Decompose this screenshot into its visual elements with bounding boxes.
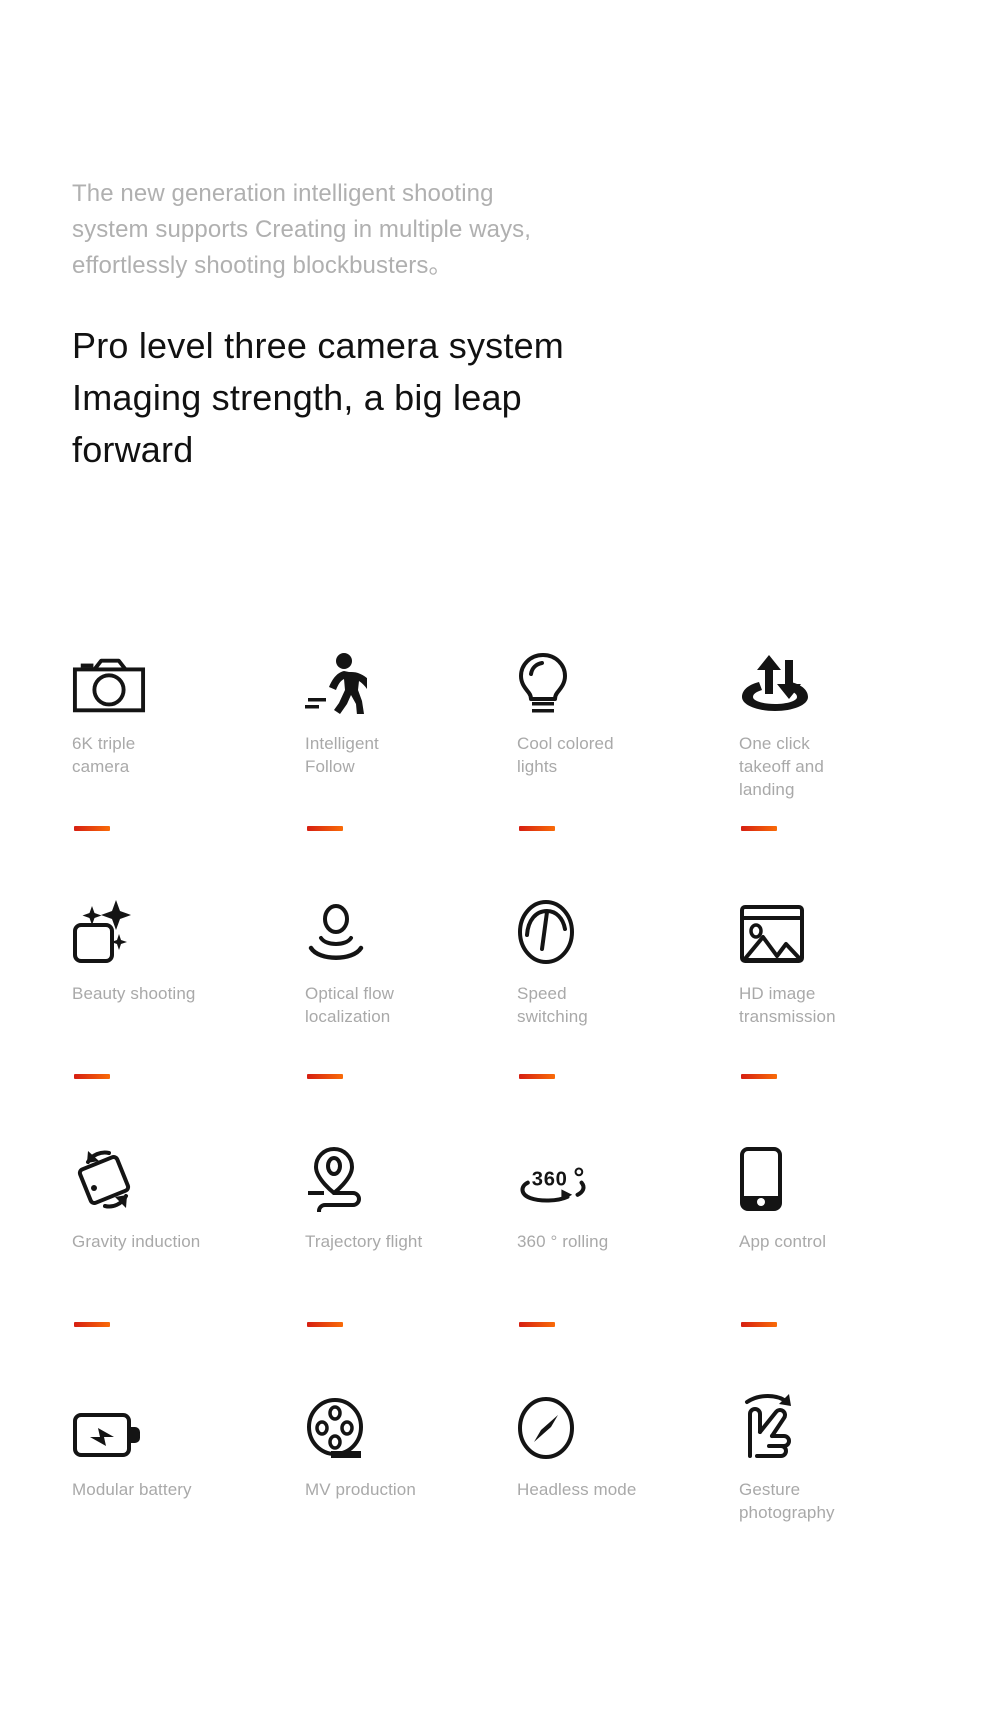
page-title: Pro level three camera system Imaging st… xyxy=(72,325,564,470)
accent-dash xyxy=(74,1074,110,1079)
accent-dash xyxy=(519,1322,555,1327)
svg-text:360: 360 xyxy=(532,1168,568,1190)
feature-label: HD image transmission xyxy=(739,984,836,1026)
sparkle-beauty-icon xyxy=(72,898,146,964)
feature-item[interactable]: MV production xyxy=(305,1394,517,1642)
takeoff-landing-icon xyxy=(739,650,813,714)
phone-app-icon xyxy=(739,1146,813,1212)
camera-icon xyxy=(72,650,146,714)
feature-label: Gravity induction xyxy=(72,1232,201,1251)
feature-label: 360 ° rolling xyxy=(517,1232,609,1251)
feature-item[interactable]: Headless mode xyxy=(517,1394,739,1642)
feature-item[interactable]: Gesture photography xyxy=(739,1394,952,1642)
feature-item[interactable]: Speed switching xyxy=(517,898,739,1146)
accent-dash xyxy=(519,826,555,831)
gesture-hand-icon xyxy=(739,1394,813,1460)
intro-paragraph: The new generation intelligent shooting … xyxy=(72,180,532,279)
gravity-rotate-icon xyxy=(72,1146,146,1212)
accent-dash xyxy=(307,1074,343,1079)
feature-item[interactable]: Cool colored lights xyxy=(517,650,739,898)
feature-label: Intelligent Follow xyxy=(305,734,379,776)
feature-item[interactable]: 6K triple camera xyxy=(72,650,305,898)
feature-item[interactable]: Modular battery xyxy=(72,1394,305,1642)
feature-label: Trajectory flight xyxy=(305,1232,423,1251)
feature-item[interactable]: Beauty shooting xyxy=(72,898,305,1146)
product-feature-page: The new generation intelligent shooting … xyxy=(0,0,1000,1713)
light-bulb-icon xyxy=(517,650,591,714)
accent-dash xyxy=(741,826,777,831)
speedometer-icon xyxy=(517,898,591,964)
accent-dash xyxy=(74,826,110,831)
hd-image-icon xyxy=(739,898,813,964)
feature-item[interactable]: HD image transmission xyxy=(739,898,952,1146)
feature-label: Speed switching xyxy=(517,984,588,1026)
360-rolling-icon: 360 xyxy=(517,1146,591,1212)
feature-item[interactable]: Intelligent Follow xyxy=(305,650,517,898)
feature-item[interactable]: One click takeoff and landing xyxy=(739,650,952,898)
accent-dash xyxy=(74,1322,110,1327)
feature-item[interactable]: Gravity induction xyxy=(72,1146,305,1394)
accent-dash xyxy=(741,1322,777,1327)
walking-person-icon xyxy=(305,650,379,714)
compass-icon xyxy=(517,1394,591,1460)
trajectory-pin-icon xyxy=(305,1146,379,1212)
feature-label: App control xyxy=(739,1232,827,1251)
feature-label: MV production xyxy=(305,1480,416,1499)
feature-grid: 6K triple camera Intelligent Follow Cool… xyxy=(72,650,952,1642)
feature-label: Cool colored lights xyxy=(517,734,614,776)
battery-bolt-icon xyxy=(72,1394,146,1460)
feature-label: Beauty shooting xyxy=(72,984,196,1003)
accent-dash xyxy=(519,1074,555,1079)
film-reel-icon xyxy=(305,1394,379,1460)
accent-dash xyxy=(741,1074,777,1079)
feature-label: Headless mode xyxy=(517,1480,637,1499)
feature-label: Gesture photography xyxy=(739,1480,835,1522)
feature-label: Optical flow localization xyxy=(305,984,395,1026)
feature-item[interactable]: 360 360 ° rolling xyxy=(517,1146,739,1394)
accent-dash xyxy=(307,1322,343,1327)
feature-item[interactable]: Optical flow localization xyxy=(305,898,517,1146)
feature-label: Modular battery xyxy=(72,1480,192,1499)
feature-label: 6K triple camera xyxy=(72,734,136,776)
optical-flow-icon xyxy=(305,898,379,964)
accent-dash xyxy=(307,826,343,831)
feature-item[interactable]: Trajectory flight xyxy=(305,1146,517,1394)
feature-item[interactable]: App control xyxy=(739,1146,952,1394)
feature-label: One click takeoff and landing xyxy=(739,734,824,799)
